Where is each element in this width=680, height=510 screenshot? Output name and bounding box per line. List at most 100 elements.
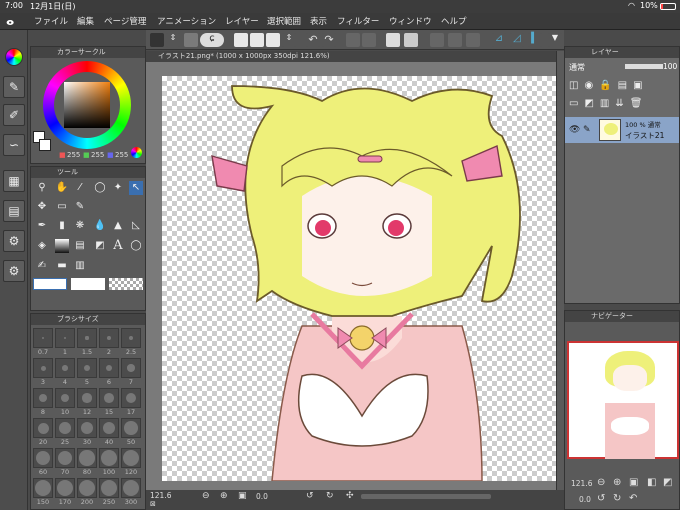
reset-rotation-icon[interactable]: ↶ bbox=[629, 493, 637, 504]
toolbar-menu-icon[interactable]: ▼ bbox=[548, 33, 562, 47]
snap-special-ruler-icon[interactable]: ◿ bbox=[510, 33, 524, 47]
move-tool-icon[interactable]: ↖ bbox=[129, 181, 143, 195]
panel-toggle-icon[interactable] bbox=[184, 33, 198, 47]
canvas-scrollbar-horizontal[interactable] bbox=[361, 494, 491, 499]
new-raster-layer-icon[interactable]: ▭ bbox=[569, 98, 584, 109]
layer-edit-icon[interactable]: ✎ bbox=[583, 125, 591, 135]
fill-tool-icon[interactable]: ▲ bbox=[111, 219, 125, 233]
sub-tool-icon[interactable]: ▤ bbox=[3, 200, 25, 222]
figure-tool-icon[interactable]: ◺ bbox=[129, 219, 143, 233]
rotate-right-icon[interactable]: ↻ bbox=[613, 493, 621, 504]
navigator-preview[interactable] bbox=[567, 341, 679, 459]
menu-file[interactable]: ファイル bbox=[34, 15, 68, 27]
delete-layer-icon[interactable]: 🗑 bbox=[630, 98, 649, 109]
zoom-tool-icon[interactable]: ⚲ bbox=[35, 181, 49, 195]
brush-size-cell[interactable] bbox=[55, 448, 75, 468]
color-wheel-icon[interactable] bbox=[5, 48, 23, 66]
brush-size-cell[interactable] bbox=[55, 388, 75, 408]
brush-size-cell[interactable] bbox=[77, 328, 97, 348]
brush-size-cell[interactable] bbox=[33, 388, 53, 408]
brush-tool-icon[interactable]: ✐ bbox=[3, 104, 25, 126]
lasso-tool-icon[interactable]: ◯ bbox=[93, 181, 107, 195]
bottom-zoom-out-icon[interactable]: ⊖ bbox=[202, 491, 210, 501]
tone-tool-icon[interactable]: ▥ bbox=[73, 259, 87, 273]
decoration-tool-icon[interactable]: ❋ bbox=[73, 219, 87, 233]
brush-size-cell[interactable] bbox=[77, 418, 97, 438]
brush-size-cell[interactable] bbox=[121, 478, 141, 498]
brush-size-cell[interactable] bbox=[99, 328, 119, 348]
brush-size-cell[interactable] bbox=[121, 328, 141, 348]
sub-color-swatch[interactable] bbox=[39, 139, 51, 151]
airbrush-tool-icon[interactable]: ▮ bbox=[55, 219, 69, 233]
brush-size-cell[interactable] bbox=[77, 388, 97, 408]
brush-size-cell[interactable] bbox=[33, 328, 53, 348]
ruler-tool-icon[interactable]: ◩ bbox=[93, 239, 107, 253]
zoom-in-icon[interactable]: ⊕ bbox=[613, 477, 621, 488]
zoom-out-icon[interactable]: ⊖ bbox=[597, 477, 605, 488]
gradient-tool-icon[interactable] bbox=[55, 239, 69, 253]
menu-help[interactable]: ヘルプ bbox=[441, 15, 467, 27]
clear-icon[interactable] bbox=[346, 33, 360, 47]
collapse-icon[interactable]: ⇕ bbox=[166, 33, 180, 47]
snap-ruler-icon[interactable]: ⊿ bbox=[492, 33, 506, 47]
correct-line-tool-icon[interactable]: ✍ bbox=[35, 259, 49, 273]
menu-layer[interactable]: レイヤー bbox=[225, 15, 259, 27]
brush-size-cell[interactable] bbox=[121, 388, 141, 408]
invert-selection-icon[interactable] bbox=[448, 33, 462, 47]
app-logo-icon[interactable]: ⴰ bbox=[6, 14, 14, 28]
brush-size-cell[interactable] bbox=[77, 478, 97, 498]
fill-icon[interactable] bbox=[386, 33, 400, 47]
hand-tool-icon[interactable]: ✋ bbox=[55, 181, 69, 195]
pen-icon[interactable]: ✎ bbox=[3, 76, 25, 98]
pen-tool-icon[interactable]: ✒ bbox=[35, 219, 49, 233]
lock-transparent-icon[interactable]: ▤ bbox=[618, 80, 633, 91]
bottom-rotate-right-icon[interactable]: ↻ bbox=[326, 491, 334, 501]
bottom-fit-icon[interactable]: ▣ bbox=[238, 491, 247, 501]
grid-icon[interactable] bbox=[150, 33, 164, 47]
up-down-icon[interactable]: ⇕ bbox=[282, 33, 296, 47]
menu-window[interactable]: ウィンドウ bbox=[389, 15, 432, 27]
menu-page[interactable]: ページ管理 bbox=[104, 15, 146, 27]
menu-view[interactable]: 表示 bbox=[310, 15, 327, 27]
fit-icon[interactable]: ▣ bbox=[629, 477, 638, 488]
blend-mode-select[interactable]: 通常 bbox=[569, 62, 585, 73]
document-tab[interactable]: イラスト21.png* (1000 x 1000px 350dpi 121.6%… bbox=[146, 51, 556, 62]
canvas-paper[interactable] bbox=[162, 76, 558, 481]
saturation-value-box[interactable] bbox=[64, 82, 110, 128]
new-vector-layer-icon[interactable]: ◩ bbox=[584, 98, 599, 109]
layer-move-icon[interactable]: ▬ bbox=[55, 259, 69, 273]
brush-size-cell[interactable] bbox=[121, 358, 141, 378]
stroke-icon[interactable]: ∽ bbox=[3, 134, 25, 156]
eyedropper-tool-icon[interactable]: ⁄ bbox=[73, 181, 87, 195]
snap-grid-icon[interactable]: ▍ bbox=[528, 33, 542, 47]
brush-size-cell[interactable] bbox=[99, 448, 119, 468]
brush-size-cell[interactable] bbox=[121, 448, 141, 468]
menu-selection[interactable]: 選択範囲 bbox=[267, 15, 301, 27]
brush-size-cell[interactable] bbox=[55, 358, 75, 378]
menu-filter[interactable]: フィルター bbox=[337, 15, 379, 27]
balloon-tool-icon[interactable]: ◯ bbox=[129, 239, 143, 253]
merge-icon[interactable]: ⇊ bbox=[615, 98, 629, 109]
brush-size-cell[interactable] bbox=[55, 478, 75, 498]
brush-size-cell[interactable] bbox=[33, 448, 53, 468]
save-icon[interactable] bbox=[266, 33, 280, 47]
flip-vertical-icon[interactable]: ◩ bbox=[663, 477, 672, 488]
bottom-zoom-in-icon[interactable]: ⊕ bbox=[220, 491, 228, 501]
brush-size-cell[interactable] bbox=[33, 358, 53, 378]
expand-icon[interactable] bbox=[404, 33, 418, 47]
color-mode-icon[interactable] bbox=[131, 147, 142, 158]
rotate-left-icon[interactable]: ↺ bbox=[597, 493, 605, 504]
operation-tool-icon[interactable]: ✥ bbox=[35, 200, 49, 214]
flip-horizontal-icon[interactable]: ◧ bbox=[647, 477, 656, 488]
magic-wand-tool-icon[interactable]: ✦ bbox=[111, 181, 125, 195]
clip-studio-icon[interactable]: ɕ bbox=[200, 33, 224, 47]
brush-size-cell[interactable] bbox=[77, 358, 97, 378]
paint-bucket-tool-icon[interactable]: ◈ bbox=[35, 239, 49, 253]
pencil-tool-icon[interactable]: ✎ bbox=[73, 200, 87, 214]
transparent-color-chip[interactable] bbox=[109, 278, 143, 290]
visibility-eye-icon[interactable]: 👁 bbox=[569, 125, 580, 135]
brush-size-cell[interactable] bbox=[77, 448, 97, 468]
main-color-chip[interactable] bbox=[33, 278, 67, 290]
brush-size-cell[interactable] bbox=[55, 328, 75, 348]
brush-size-cell[interactable] bbox=[99, 478, 119, 498]
